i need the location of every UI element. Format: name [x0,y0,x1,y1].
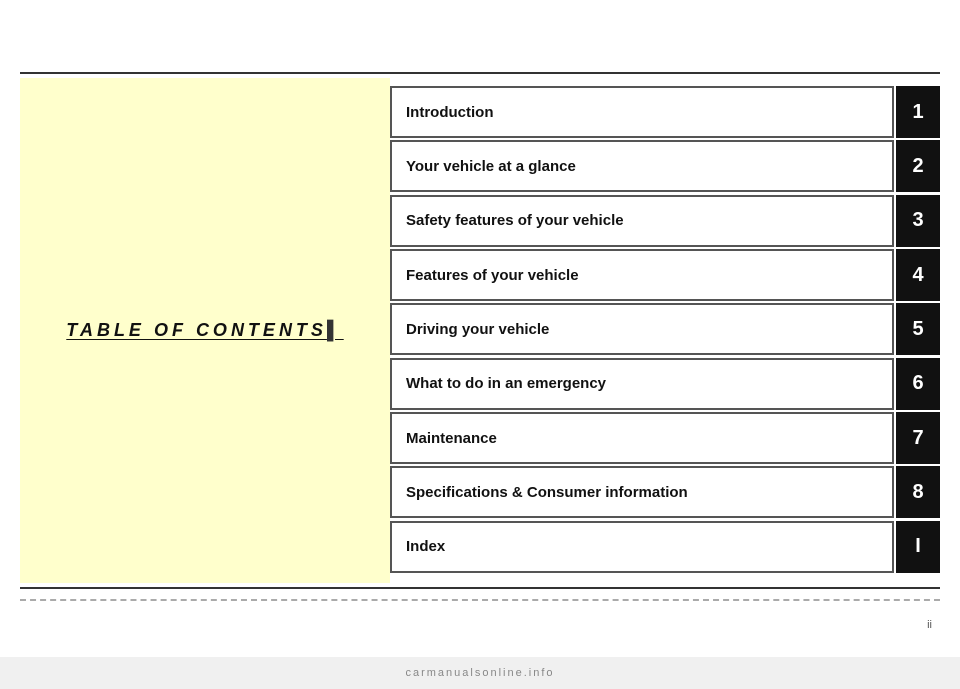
toc-label-3: Safety features of your vehicle [390,195,894,247]
toc-row[interactable]: Maintenance7 [390,412,940,464]
toc-cursor: ▌ [327,320,344,340]
toc-row[interactable]: Driving your vehicle5 [390,303,940,355]
bottom-dashed-divider [20,599,940,601]
toc-row[interactable]: Specifications & Consumer information8 [390,466,940,518]
watermark-text: carmanualsonline.info [405,667,554,679]
page-number: ii [927,619,932,631]
toc-label-1: Introduction [390,86,894,138]
toc-number-1: 1 [896,86,940,138]
toc-number-6: 6 [896,358,940,410]
bottom-divider [20,587,940,589]
toc-number-7: 7 [896,412,940,464]
toc-label-9: Index [390,521,894,573]
toc-number-5: 5 [896,303,940,355]
top-divider [20,72,940,74]
toc-row[interactable]: What to do in an emergency6 [390,358,940,410]
toc-number-9: I [896,521,940,573]
toc-label-5: Driving your vehicle [390,303,894,355]
toc-label-4: Features of your vehicle [390,249,894,301]
left-panel: TABLE OF CONTENTS▌ [20,78,390,583]
toc-label-6: What to do in an emergency [390,358,894,410]
toc-title-text: TABLE OF CONTENTS [66,320,327,340]
toc-row[interactable]: Safety features of your vehicle3 [390,195,940,247]
toc-row[interactable]: IndexI [390,521,940,573]
toc-label-7: Maintenance [390,412,894,464]
toc-number-4: 4 [896,249,940,301]
watermark-bar: carmanualsonline.info [0,657,960,689]
page-container: TABLE OF CONTENTS▌ Introduction1Your veh… [0,0,960,689]
toc-number-8: 8 [896,466,940,518]
toc-number-2: 2 [896,140,940,192]
toc-label-8: Specifications & Consumer information [390,466,894,518]
toc-row[interactable]: Your vehicle at a glance2 [390,140,940,192]
toc-label-2: Your vehicle at a glance [390,140,894,192]
toc-title: TABLE OF CONTENTS▌ [66,320,343,341]
toc-number-3: 3 [896,195,940,247]
toc-row[interactable]: Introduction1 [390,86,940,138]
toc-row[interactable]: Features of your vehicle4 [390,249,940,301]
toc-list: Introduction1Your vehicle at a glance2Sa… [390,78,940,583]
